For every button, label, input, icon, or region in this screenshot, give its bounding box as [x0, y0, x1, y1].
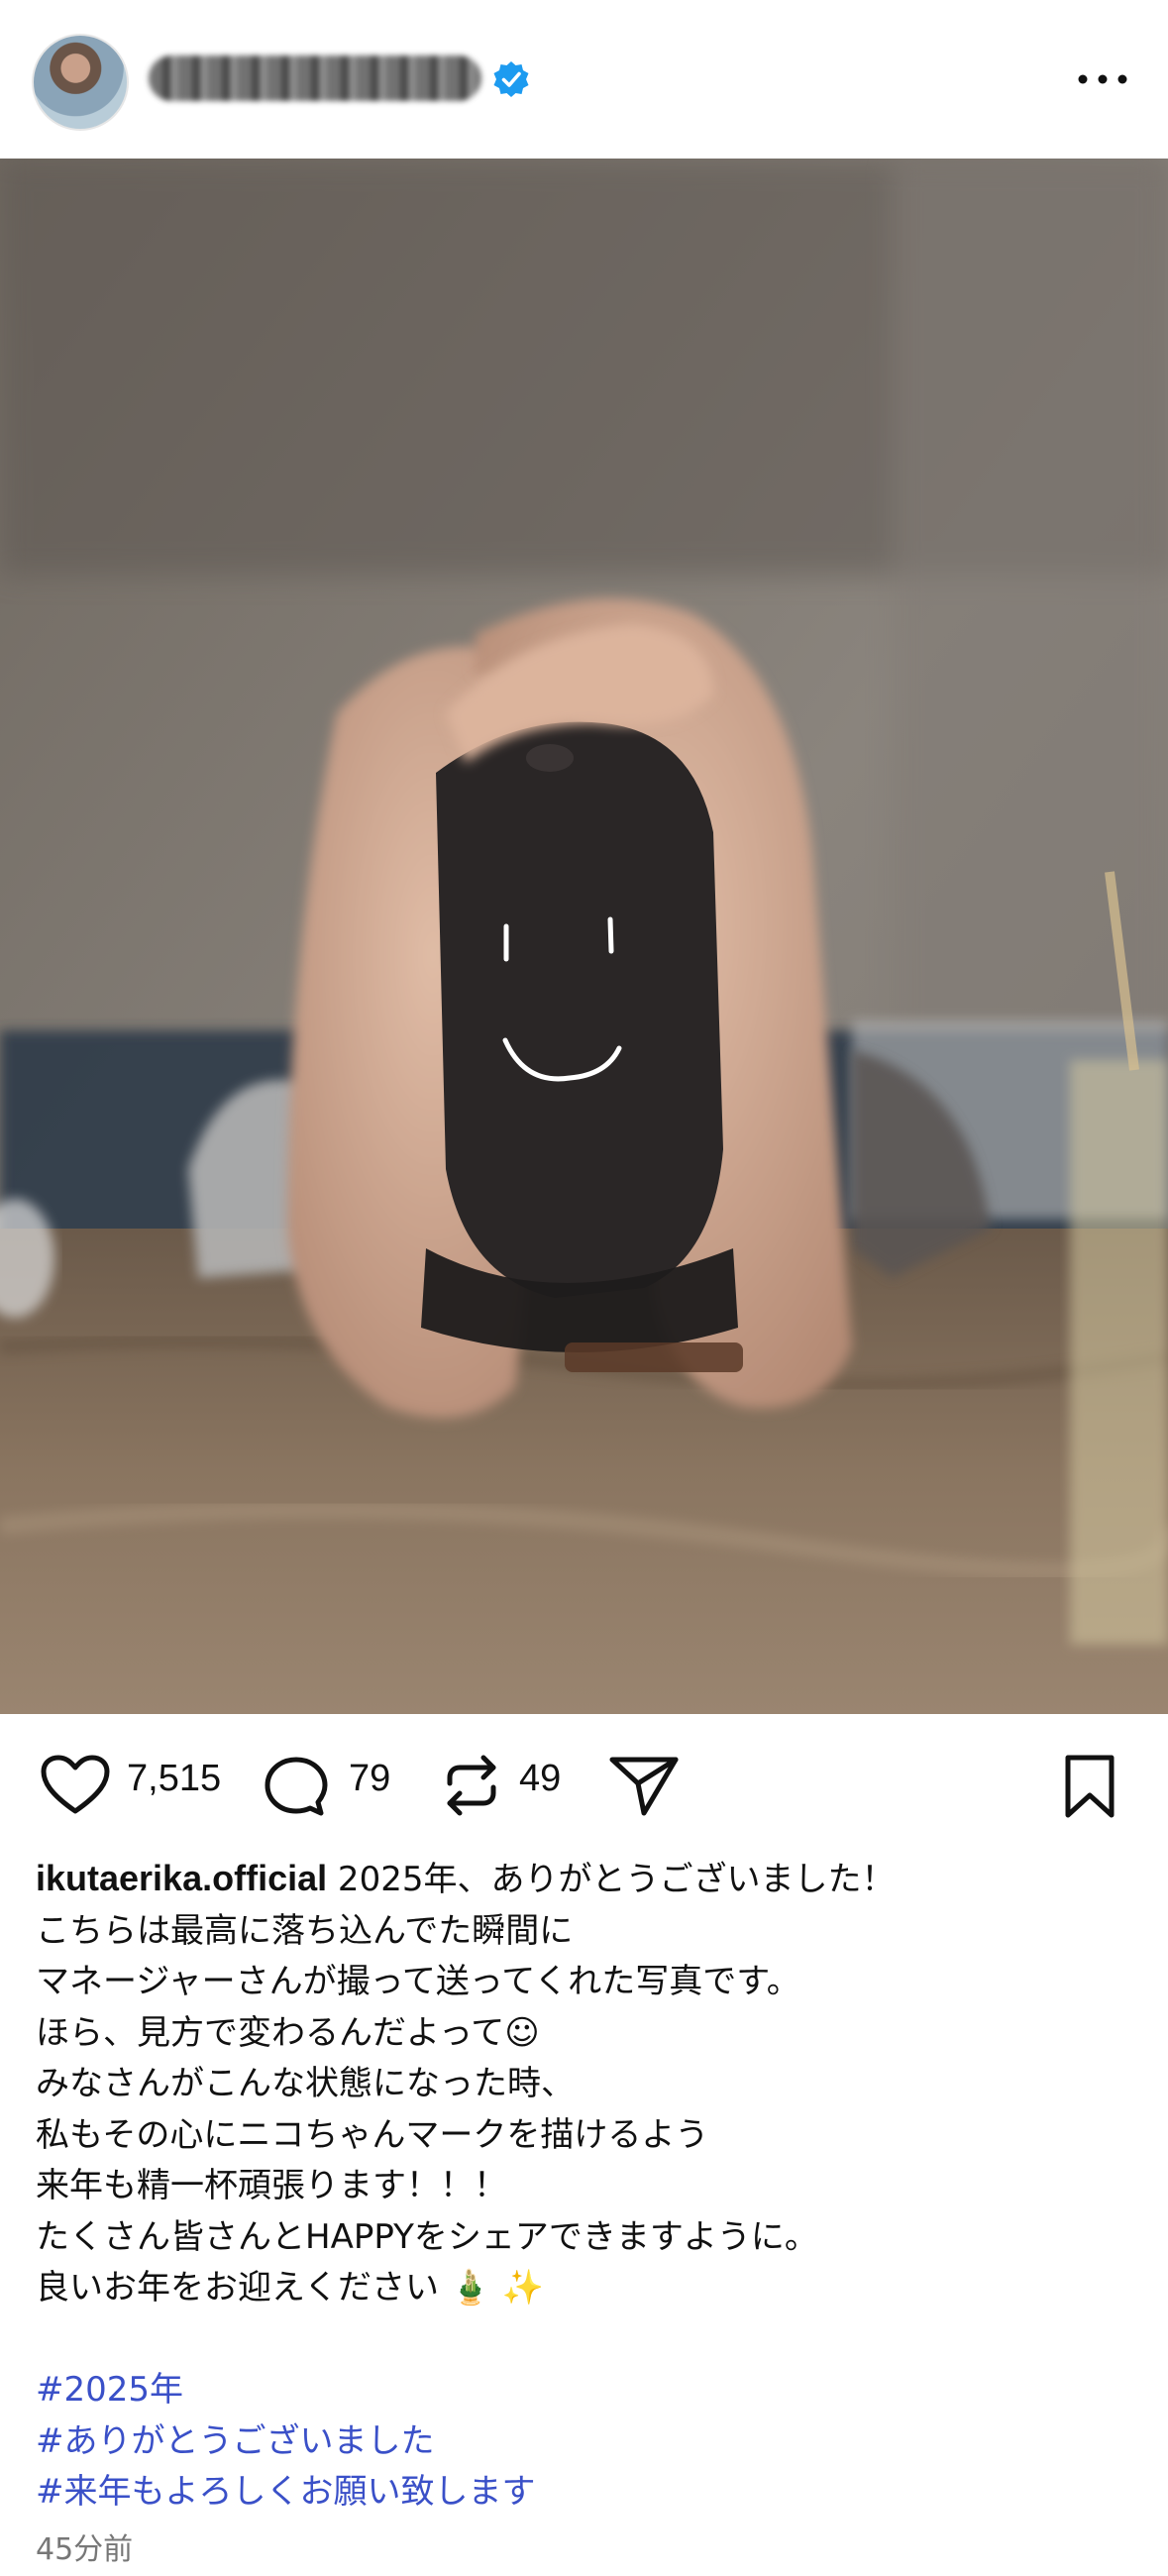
comment-count[interactable]: 79	[349, 1758, 390, 1800]
action-bar: 7,515 79 49	[0, 1744, 1168, 1827]
hashtag-link[interactable]: #来年もよろしくお願い致します	[36, 2467, 1135, 2519]
avatar[interactable]	[32, 34, 129, 131]
hashtag-link[interactable]: #2025年	[36, 2365, 1135, 2416]
photo-image	[0, 159, 1168, 1714]
post-caption: ikutaerika.official 2025年、ありがとうございました！ こ…	[36, 1853, 1135, 2519]
caption-username[interactable]: ikutaerika.official	[36, 1858, 327, 1898]
repost-count[interactable]: 49	[519, 1758, 561, 1800]
repost-icon[interactable]	[440, 1754, 503, 1817]
caption-line: マネージャーさんが撮って送ってくれた写真です。	[36, 1962, 800, 2001]
username-blurred[interactable]	[149, 55, 481, 101]
like-count[interactable]: 7,515	[127, 1758, 221, 1800]
caption-line: みなさんがこんな状態になった時、	[36, 2064, 575, 2103]
caption-first-line: ikutaerika.official 2025年、ありがとうございました！	[36, 1853, 1135, 1906]
post-header	[0, 0, 1168, 159]
heart-icon[interactable]	[40, 1754, 111, 1817]
verified-badge-icon	[493, 61, 529, 97]
post-timestamp: 45分前	[36, 2532, 134, 2567]
more-options-icon[interactable]	[1075, 61, 1130, 97]
caption-line: 私もその心にニコちゃんマークを描けるよう	[36, 2114, 709, 2155]
caption-text: 2025年、ありがとうございました！	[327, 1860, 896, 1899]
caption-line: 来年も精一杯頑張ります！！！	[36, 2166, 507, 2205]
caption-line: こちらは最高に落ち込んでた瞬間に	[36, 1910, 574, 1951]
comment-icon[interactable]	[262, 1754, 331, 1819]
caption-line: 良いお年をお迎えください 🎍 ✨	[36, 2268, 545, 2308]
post-photo[interactable]	[0, 159, 1168, 1714]
hashtag-link[interactable]: #ありがとうございました	[36, 2416, 1135, 2468]
bookmark-icon[interactable]	[1062, 1754, 1117, 1819]
caption-line: たくさん皆さんとHAPPYをシェアできますように。	[36, 2216, 818, 2257]
share-icon[interactable]	[608, 1754, 680, 1817]
caption-line: ほら、見方で変わるんだよって☺	[36, 2012, 540, 2053]
